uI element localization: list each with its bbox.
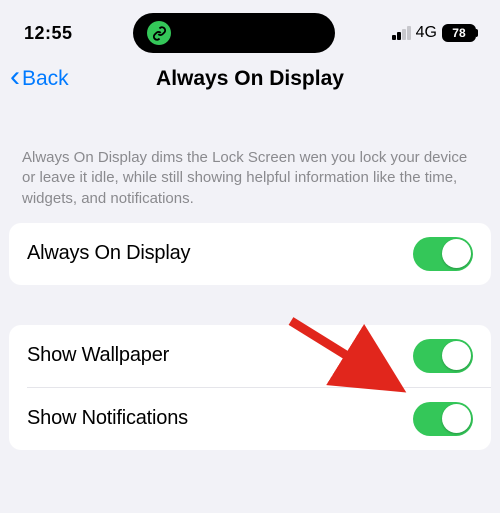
row-always-on-display[interactable]: Always On Display: [9, 223, 491, 285]
status-time: 12:55: [24, 23, 73, 44]
settings-group-main: Always On Display: [9, 223, 491, 285]
toggle-show-notifications[interactable]: [413, 402, 473, 436]
back-label: Back: [22, 67, 69, 91]
chevron-left-icon: ‹: [10, 62, 20, 92]
link-icon: [147, 21, 171, 45]
toggle-knob: [442, 404, 471, 433]
row-label: Show Notifications: [27, 407, 188, 430]
battery-icon: 78: [442, 24, 476, 42]
row-label: Show Wallpaper: [27, 344, 169, 367]
status-right: 4G 78: [392, 24, 476, 42]
back-button[interactable]: ‹ Back: [10, 66, 69, 92]
row-label: Always On Display: [27, 242, 190, 265]
toggle-always-on-display[interactable]: [413, 237, 473, 271]
battery-level: 78: [452, 26, 465, 40]
section-description: Always On Display dims the Lock Screen w…: [0, 104, 500, 223]
toggle-show-wallpaper[interactable]: [413, 339, 473, 373]
nav-bar: ‹ Back Always On Display: [0, 56, 500, 104]
row-show-wallpaper[interactable]: Show Wallpaper: [9, 325, 491, 387]
toggle-knob: [442, 341, 471, 370]
signal-icon: [392, 26, 411, 40]
page-title: Always On Display: [156, 67, 344, 91]
dynamic-island[interactable]: [133, 13, 335, 53]
cellular-label: 4G: [416, 24, 437, 42]
toggle-knob: [442, 239, 471, 268]
settings-group-options: Show Wallpaper Show Notifications: [9, 325, 491, 450]
status-bar: 12:55 4G 78: [0, 0, 500, 56]
row-show-notifications[interactable]: Show Notifications: [27, 387, 491, 450]
